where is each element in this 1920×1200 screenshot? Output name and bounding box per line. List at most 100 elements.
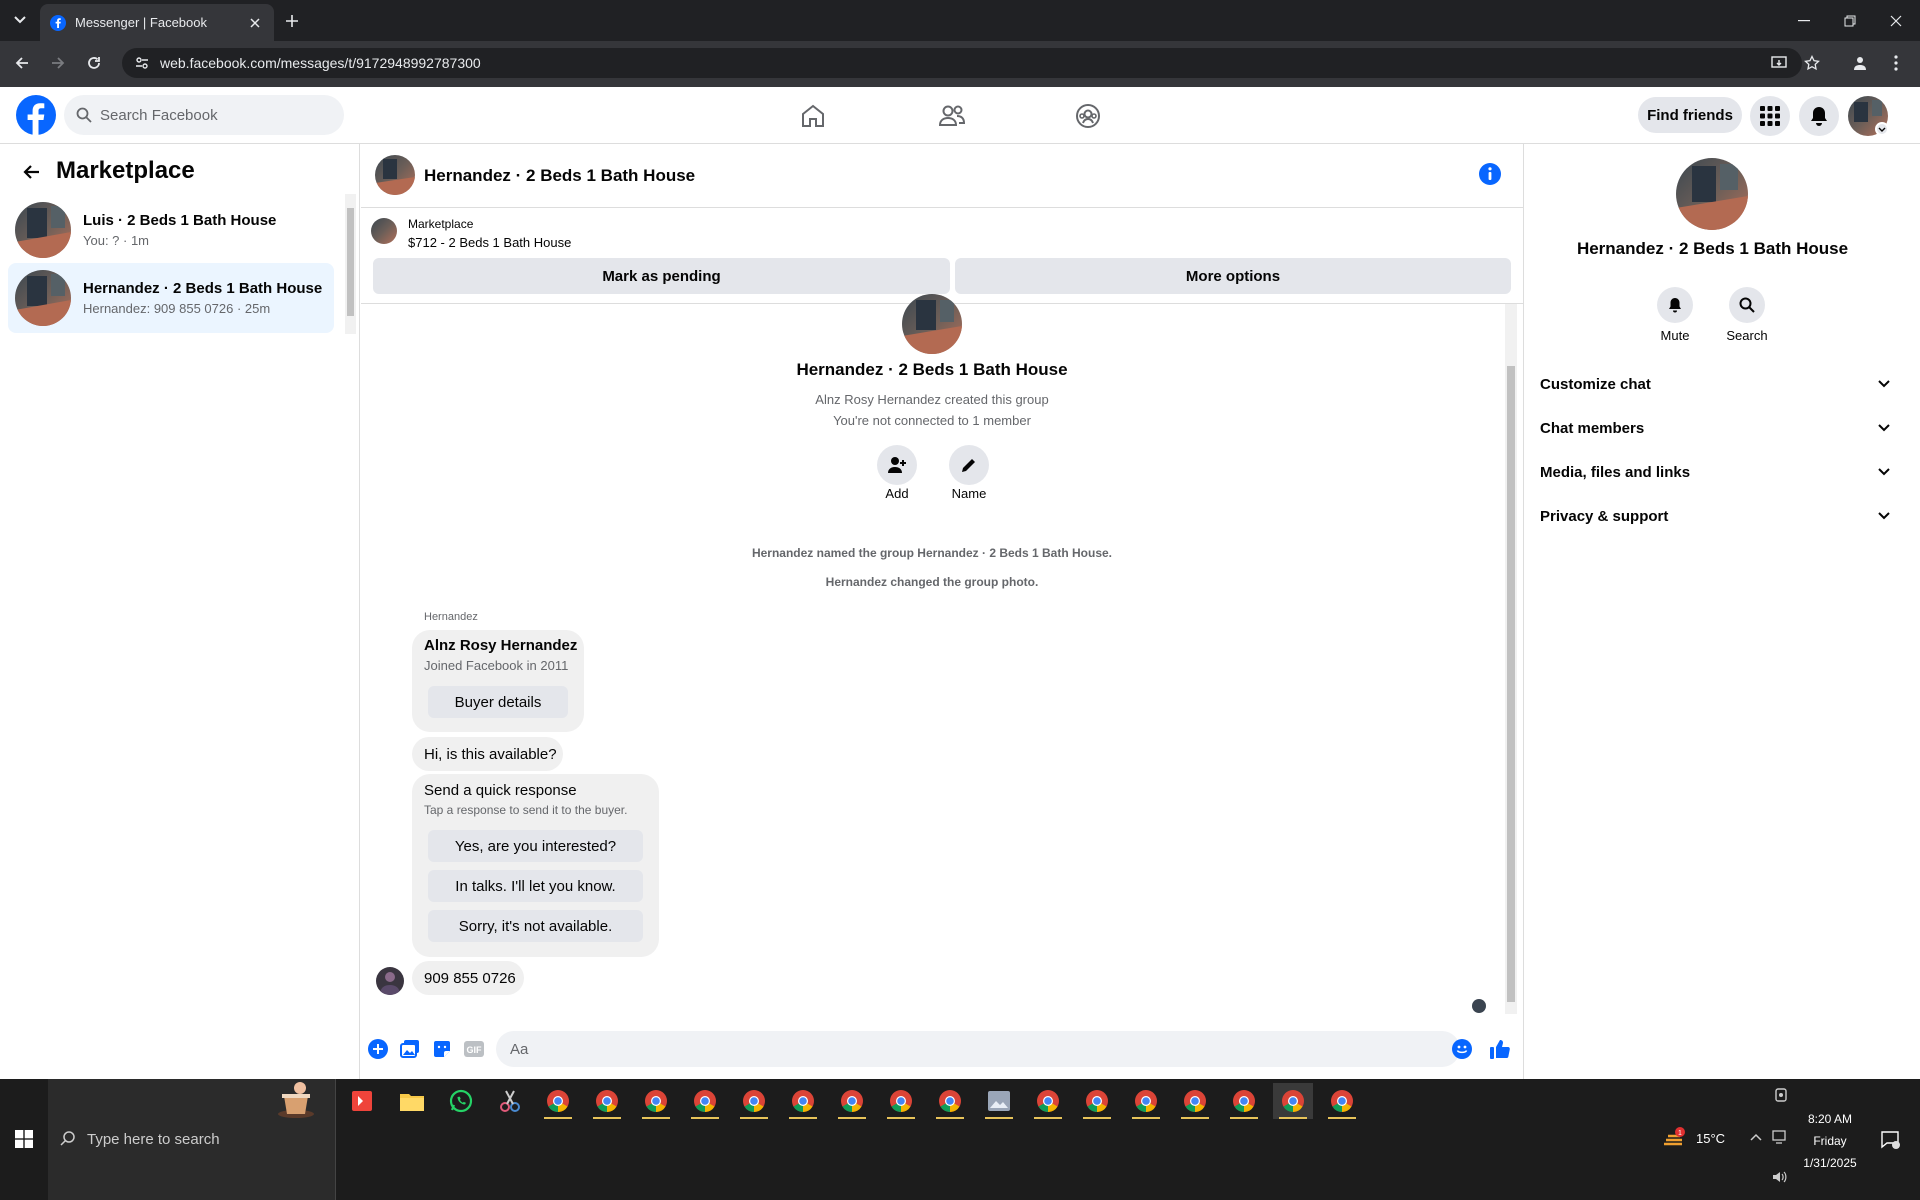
add-member-button[interactable] [877,445,917,485]
windows-start-icon[interactable] [0,1112,48,1166]
sticker-icon[interactable] [430,1037,454,1061]
taskbar-snipping-tool-icon[interactable] [490,1083,530,1119]
plus-circle-icon[interactable] [366,1037,390,1061]
taskbar-chrome-icon[interactable] [636,1083,676,1119]
back-arrow-icon[interactable] [18,158,46,186]
running-indicator [1328,1117,1356,1119]
privacy-support-row[interactable]: Privacy & support [1540,496,1890,536]
menu-grid-icon[interactable] [1750,96,1790,136]
browser-profile-icon[interactable] [1846,49,1874,77]
customize-chat-row[interactable]: Customize chat [1540,364,1890,404]
gif-icon[interactable]: GIF [462,1037,486,1061]
running-indicator [691,1117,719,1119]
conversation-name: Hernandez · 2 Beds 1 Bath House [83,280,323,297]
show-hidden-icons-chevron[interactable] [1750,1133,1762,1141]
taskbar-chrome-icon[interactable] [832,1083,872,1119]
thumbs-up-icon[interactable] [1488,1037,1512,1061]
browser-tab[interactable]: Messenger | Facebook [40,4,274,41]
restore-window-icon[interactable] [1827,0,1873,41]
buyer-joined: Joined Facebook in 2011 [424,658,569,673]
info-icon[interactable] [1478,162,1502,186]
install-app-icon[interactable] [1765,49,1793,77]
find-friends-button[interactable]: Find friends [1638,97,1742,133]
forward-arrow-icon[interactable] [44,49,72,77]
taskbar-chrome-icon[interactable] [1322,1083,1362,1119]
close-tab-icon[interactable] [246,14,264,32]
facebook-logo-icon[interactable] [16,95,56,135]
close-window-icon[interactable] [1873,0,1919,41]
chat-title[interactable]: Hernandez · 2 Beds 1 Bath House [424,166,695,186]
home-icon[interactable] [789,96,837,136]
listing-thumbnail[interactable] [371,218,397,244]
avatar [15,270,71,326]
sender-avatar[interactable] [376,967,404,995]
running-indicator [1230,1117,1258,1119]
rename-group-button[interactable] [949,445,989,485]
media-files-links-row[interactable]: Media, files and links [1540,452,1890,492]
mark-as-pending-button[interactable]: Mark as pending [373,258,950,294]
search-label: Search [1726,328,1768,343]
taskbar-photos-icon[interactable] [979,1083,1019,1119]
reload-icon[interactable] [80,49,108,77]
bookmark-star-icon[interactable] [1798,49,1826,77]
quick-response-yes-button[interactable]: Yes, are you interested? [428,830,643,862]
site-info-icon[interactable] [134,55,150,71]
running-indicator [740,1117,768,1119]
sidebar-scrollbar-thumb[interactable] [347,208,354,316]
notification-center-icon[interactable] [1880,1129,1900,1149]
quick-response-not-available-button[interactable]: Sorry, it's not available. [428,910,643,942]
taskbar-chrome-icon[interactable] [1175,1083,1215,1119]
mute-button[interactable] [1657,287,1693,323]
weather-icon[interactable]: 1 [1660,1126,1688,1150]
friends-icon[interactable] [928,96,976,136]
taskbar-whatsapp-icon[interactable] [441,1083,481,1119]
listing-price-title[interactable]: $712 - 2 Beds 1 Bath House [408,235,571,250]
taskbar-file-explorer-icon[interactable] [392,1083,432,1119]
message-bubble[interactable]: Hi, is this available? [412,737,563,771]
group-avatar [902,294,962,354]
taskbar-chrome-icon[interactable] [1077,1083,1117,1119]
facebook-search-bar[interactable]: Search Facebook [64,95,344,135]
taskbar-chrome-icon[interactable] [881,1083,921,1119]
conversation-item-hernandez[interactable]: Hernandez · 2 Beds 1 Bath House Hernande… [8,263,334,333]
running-indicator [1083,1117,1111,1119]
taskbar-chrome-icon[interactable] [734,1083,774,1119]
taskbar-anydesk-icon[interactable] [342,1083,382,1119]
facebook-favicon-icon [50,14,66,31]
tab-list-chevron-icon[interactable] [6,8,34,32]
photo-icon[interactable] [398,1037,422,1061]
avatar [15,202,71,258]
conversation-item-luis[interactable]: Luis · 2 Beds 1 Bath House You: ? · 1m [8,195,334,265]
taskbar-chrome-icon[interactable] [1126,1083,1166,1119]
taskbar-chrome-icon[interactable] [685,1083,725,1119]
taskbar-chrome-icon[interactable] [587,1083,627,1119]
minimize-window-icon[interactable] [1781,0,1827,41]
taskbar-clock[interactable]: 8:20 AM Friday 1/31/2025 [1780,1108,1880,1174]
address-bar[interactable]: web.facebook.com/messages/t/917294899278… [122,48,1802,78]
chat-members-row[interactable]: Chat members [1540,408,1890,448]
taskbar-chrome-icon[interactable] [1028,1083,1068,1119]
taskbar-chrome-icon[interactable] [783,1083,823,1119]
message-bubble[interactable]: 909 855 0726 [412,961,524,995]
more-options-button[interactable]: More options [955,258,1511,294]
emoji-icon[interactable] [1450,1037,1474,1061]
taskbar-chrome-icon[interactable] [1224,1083,1264,1119]
account-chevron-icon[interactable] [1875,122,1889,136]
taskbar-chrome-icon[interactable] [538,1083,578,1119]
chat-scrollbar-thumb[interactable] [1507,366,1515,1002]
taskbar-chrome-icon[interactable] [930,1083,970,1119]
buyer-details-button[interactable]: Buyer details [428,686,568,718]
notifications-bell-icon[interactable] [1799,96,1839,136]
new-tab-plus-icon[interactable] [280,9,304,33]
taskbar-chrome-icon-active[interactable] [1273,1083,1313,1119]
message-input[interactable] [496,1031,1460,1067]
search-in-chat-button[interactable] [1729,287,1765,323]
meet-now-icon[interactable] [1774,1088,1788,1104]
browser-menu-icon[interactable] [1882,49,1910,77]
groups-icon[interactable] [1064,96,1112,136]
back-arrow-icon[interactable] [8,49,36,77]
quick-response-subtitle: Tap a response to send it to the buyer. [424,803,628,817]
temperature[interactable]: 15°C [1696,1131,1725,1146]
quick-response-in-talks-button[interactable]: In talks. I'll let you know. [428,870,643,902]
chat-avatar[interactable] [375,155,415,195]
